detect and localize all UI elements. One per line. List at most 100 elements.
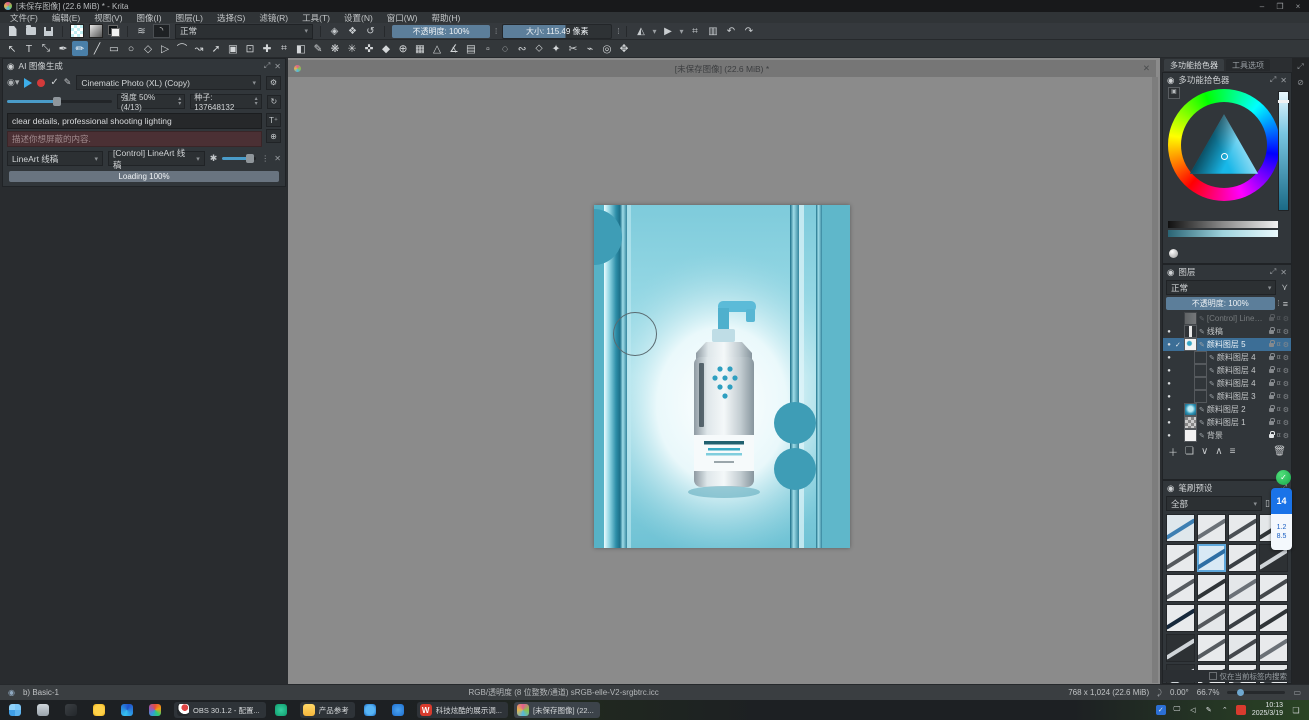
file-explorer-button[interactable] — [62, 702, 84, 718]
layer-opacity-slider[interactable]: 不透明度: 100% — [1166, 297, 1275, 310]
mirror-horizontal-icon[interactable]: ▶ — [661, 25, 674, 37]
add-text-layer-icon[interactable]: T⁺ — [266, 113, 281, 127]
seed-spinbox[interactable]: 种子: 137648132▴▾ — [190, 94, 261, 109]
control-type-dropdown[interactable]: LineArt 线稿▾ — [7, 151, 103, 166]
search-scope-checkbox[interactable] — [1209, 672, 1217, 680]
krita-window-button[interactable]: [未保存图像] (22... — [514, 702, 600, 718]
float-docker-icon[interactable]: ⤢ — [1297, 62, 1303, 72]
color-picker-tool[interactable]: ✎ — [310, 41, 326, 56]
brush-preset[interactable] — [1197, 604, 1226, 632]
layer-properties-gear-icon[interactable]: ⚙ — [1283, 393, 1289, 401]
crop-tool[interactable]: ⌗ — [276, 41, 292, 56]
layer-lineart[interactable]: ● ✓ ✎ 线稿 α ⚙ — [1163, 325, 1291, 338]
close-docker-icon[interactable]: ✕ — [1280, 76, 1287, 85]
multibrush-tool[interactable]: ▣ — [225, 41, 241, 56]
freehand-select-tool[interactable]: ∾ — [514, 41, 530, 56]
alpha-lock-icon[interactable]: α — [1277, 328, 1281, 335]
brush-preset-chooser-icon[interactable]: ◝ — [153, 24, 170, 38]
menu-settings[interactable]: 设置(N) — [344, 12, 373, 24]
green-app-button[interactable] — [272, 702, 294, 718]
reload-preset-icon[interactable]: ↺ — [364, 25, 377, 37]
move-layer-down-button[interactable]: ∨ — [1201, 446, 1208, 457]
shade-gradient-bar-1[interactable] — [1168, 221, 1278, 228]
menu-window[interactable]: 窗口(W) — [387, 12, 418, 24]
layer-paint-2[interactable]: ● ✓ ✎ 颜料图层 2 α ⚙ — [1163, 403, 1291, 416]
alpha-lock-icon[interactable]: α — [1277, 419, 1281, 426]
colorize-mask-tool[interactable]: ✳ — [344, 41, 360, 56]
tray-expand-caret[interactable]: ⌃ — [1220, 705, 1230, 715]
rotation-icon[interactable]: ⤸ — [1157, 688, 1162, 698]
menu-help[interactable]: 帮助(H) — [431, 12, 460, 24]
edit-shapes-tool[interactable]: ⤡ — [38, 41, 54, 56]
layer-lock-icon[interactable] — [1269, 317, 1274, 321]
polyline-tool[interactable]: ▷ — [157, 41, 173, 56]
brush-preset[interactable] — [1166, 544, 1195, 572]
product-ref-window-button[interactable]: 产品参考 — [300, 702, 355, 718]
menu-select[interactable]: 选择(S) — [217, 12, 245, 24]
layer-lock-icon[interactable] — [1269, 421, 1274, 425]
polygon-select-tool[interactable]: ⬦ — [531, 41, 547, 56]
alpha-lock-icon[interactable]: α — [1277, 432, 1281, 439]
zoom-level-status[interactable]: 66.7% — [1197, 688, 1220, 697]
taskbar-clock[interactable]: 10:13 2025/3/19 — [1252, 702, 1283, 718]
brush-preset[interactable] — [1166, 514, 1195, 542]
generate-menu-icon[interactable]: ◉▾ — [7, 77, 19, 88]
polygon-tool[interactable]: ◇ — [140, 41, 156, 56]
move-layer-up-button[interactable]: ∧ — [1215, 446, 1222, 457]
value-slider[interactable] — [1278, 91, 1289, 211]
crop-canvas-icon[interactable]: ⌗ — [689, 25, 702, 37]
layer-control-lineart[interactable]: ● ✓ ✎ [Control] LineArt … α ⚙ — [1163, 312, 1291, 325]
selector-settings-button[interactable]: ▣ — [1168, 87, 1180, 99]
layer-visibility-eye-icon[interactable]: ● — [1165, 329, 1173, 335]
negative-prompt-input[interactable]: 描述你想屏蔽的内容. — [7, 131, 262, 147]
alpha-lock-icon[interactable]: α — [1277, 380, 1281, 387]
layer-lock-icon[interactable] — [1269, 408, 1274, 412]
minimize-button[interactable]: – — [1255, 2, 1269, 11]
line-tool[interactable]: ╱ — [89, 41, 105, 56]
start-button[interactable] — [6, 702, 28, 718]
alpha-lock-icon[interactable]: α — [1277, 315, 1281, 322]
media-app-button[interactable] — [146, 702, 168, 718]
size-slider[interactable]: 大小: 115.49 像素 — [502, 24, 612, 39]
enclose-fill-tool[interactable]: ⊕ — [395, 41, 411, 56]
control-layer-dropdown[interactable]: [Control] LineArt 线稿▾ — [108, 151, 205, 166]
brush-preset[interactable] — [1197, 544, 1226, 572]
layer-options-icon[interactable]: ≡ — [1283, 299, 1288, 309]
zoom-tool[interactable]: ◎ — [599, 41, 615, 56]
brush-preset[interactable] — [1166, 634, 1195, 662]
brush-preset[interactable] — [1166, 604, 1195, 632]
color-history-swatch[interactable] — [1169, 249, 1178, 258]
canvas-scrollbar[interactable] — [1152, 77, 1158, 683]
alpha-lock-icon[interactable]: α — [1277, 406, 1281, 413]
layer-properties-gear-icon[interactable]: ⚙ — [1283, 380, 1289, 388]
add-layer-button[interactable]: ＋ — [1168, 444, 1178, 459]
close-button[interactable]: × — [1291, 2, 1305, 11]
layer-paint-4b[interactable]: ● ✓ ✎ 颜料图层 4 α ⚙ — [1163, 364, 1291, 377]
brush-settings-toggle-icon[interactable]: ≋ — [135, 25, 148, 37]
tab-advanced-color-selector[interactable]: 多功能拾色器 — [1164, 59, 1224, 71]
brush-preset[interactable] — [1228, 604, 1257, 632]
brush-preset[interactable] — [1228, 514, 1257, 542]
layer-lock-icon[interactable] — [1269, 369, 1274, 373]
prompt-input[interactable]: clear details, professional shooting lig… — [7, 113, 262, 129]
assistants-tool[interactable]: △ — [429, 41, 445, 56]
close-docker-icon[interactable]: ✕ — [1280, 268, 1287, 277]
layer-visibility-eye-icon[interactable]: ● — [1165, 355, 1173, 361]
ai-settings-gear-icon[interactable]: ⚙ — [266, 76, 281, 90]
close-docker-icon[interactable]: ✕ — [274, 62, 281, 71]
brush-preset[interactable] — [1166, 574, 1195, 602]
layer-visibility-eye-icon[interactable]: ● — [1165, 381, 1173, 387]
mirror-vertical-icon[interactable]: ◭ — [634, 25, 647, 37]
layer-lock-icon[interactable] — [1269, 382, 1274, 386]
edit-brush-icon[interactable]: ✎ — [64, 77, 72, 88]
brush-preset[interactable] — [1197, 634, 1226, 662]
tab-tool-options[interactable]: 工具选项 — [1226, 59, 1270, 71]
layer-paint-4a[interactable]: ● ✓ ✎ 颜料图层 4 α ⚙ — [1163, 351, 1291, 364]
workspace-chooser-icon[interactable]: ▥ — [707, 25, 720, 37]
wps-window-button[interactable]: W 科技炫酷的展示调... — [417, 702, 508, 718]
layer-lock-icon[interactable] — [1269, 434, 1274, 438]
freehand-path-tool[interactable]: ↝ — [191, 41, 207, 56]
pattern-edit-tool[interactable]: ❋ — [327, 41, 343, 56]
menu-filter[interactable]: 滤镜(R) — [259, 12, 288, 24]
preserve-alpha-icon[interactable]: ❖ — [346, 25, 359, 37]
